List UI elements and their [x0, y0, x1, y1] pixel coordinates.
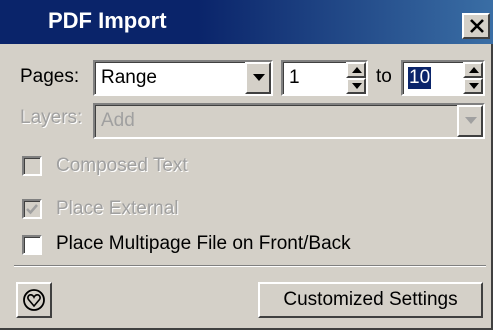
arrow-up-icon — [352, 67, 362, 73]
composed-text-label: Composed Text — [56, 155, 188, 176]
pages-mode-select[interactable]: Range — [93, 60, 273, 96]
pages-to-value: 10 — [408, 67, 432, 89]
customized-settings-button[interactable]: Customized Settings — [258, 282, 483, 318]
chevron-down-icon — [465, 117, 477, 124]
pages-to-stepper[interactable]: 10 — [401, 60, 485, 96]
arrow-down-icon — [352, 83, 362, 89]
place-external-label: Place External — [56, 198, 179, 219]
pages-mode-value: Range — [101, 67, 157, 88]
pages-to-down-button[interactable] — [463, 78, 483, 94]
pdf-import-dialog: PDF Import Pages: Range 1 to 10 Layers: … — [0, 0, 493, 330]
pages-from-stepper[interactable]: 1 — [281, 60, 368, 96]
chevron-down-icon — [253, 74, 265, 81]
pages-from-down-button[interactable] — [346, 78, 366, 94]
place-multipage-checkbox[interactable] — [22, 235, 42, 255]
pages-to-up-button[interactable] — [463, 62, 483, 78]
composed-text-checkbox[interactable] — [22, 156, 42, 176]
arrow-up-icon — [469, 67, 479, 73]
pages-to-label: to — [376, 66, 392, 87]
title-bar[interactable]: PDF Import — [0, 0, 493, 44]
pages-mode-dropdown-button[interactable] — [245, 62, 271, 94]
separator — [14, 265, 486, 267]
layers-dropdown-button[interactable] — [457, 105, 483, 137]
place-external-checkbox[interactable] — [22, 199, 42, 219]
window-title: PDF Import — [48, 8, 167, 33]
pages-from-up-button[interactable] — [346, 62, 366, 78]
close-button[interactable] — [462, 13, 490, 39]
heart-help-icon — [23, 289, 45, 311]
layers-select[interactable]: Add — [93, 103, 485, 139]
layers-label: Layers: — [20, 107, 83, 128]
help-button[interactable] — [16, 282, 52, 318]
pages-from-value: 1 — [289, 67, 300, 88]
pages-label: Pages: — [20, 66, 80, 87]
checkmark-icon — [26, 204, 38, 215]
layers-value: Add — [101, 110, 135, 131]
place-multipage-label: Place Multipage File on Front/Back — [56, 233, 351, 254]
close-icon — [470, 19, 484, 33]
arrow-down-icon — [469, 83, 479, 89]
